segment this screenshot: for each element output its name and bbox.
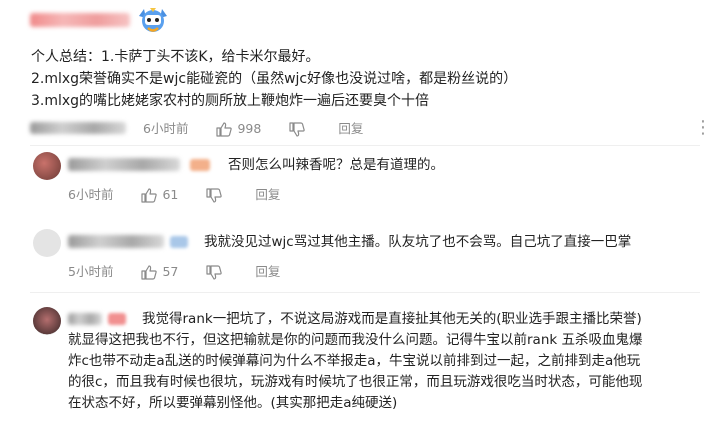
reply-1-meta: 6小时前 61 回复: [68, 187, 308, 203]
reply-2-time: 5小时前: [68, 264, 114, 279]
reply-3-line-5: 在状态不好，所以要弹幕别怪他。(其实那把走a纯硬送): [68, 395, 398, 411]
reply-2-reply-button[interactable]: 回复: [255, 264, 280, 280]
divider: [30, 145, 700, 146]
top-comment-username-blurred[interactable]: [30, 13, 130, 27]
divider: [30, 292, 700, 293]
reply-1-badge-blurred: [190, 159, 210, 171]
reply-3-line-2: 就显得这把我也不行，但这把输就是你的问题而我没什么问题。记得牛宝以前rank 五…: [68, 332, 643, 348]
avatar[interactable]: [33, 307, 61, 335]
reply-3-username-blurred[interactable]: [68, 313, 102, 325]
top-comment-like-count: 998: [237, 121, 262, 136]
thumbs-up-icon: [141, 187, 158, 203]
top-comment-line-3: 3.mlxg的嘴比姥姥家农村的厕所放上鞭炮炸一遍后还要臭个十倍: [31, 93, 430, 109]
reply-1-like-button[interactable]: 61: [141, 187, 178, 203]
top-comment-like-button[interactable]: 998: [216, 121, 261, 137]
top-comment-line-1: 个人总结：1.卡萨丁头不该K，给卡米尔最好。: [31, 49, 320, 65]
reply-1-reply-button[interactable]: 回复: [255, 187, 280, 203]
thumbs-down-icon: [206, 264, 223, 280]
reply-2-like-count: 57: [162, 264, 179, 279]
reply-3-line-4: 的很c，而且我有时候也很坑，玩游戏有时候坑了也很正常，而且玩游戏很吃当时状态，可…: [68, 374, 643, 390]
reply-1-like-count: 61: [162, 187, 179, 202]
more-dots-icon[interactable]: ⋮: [694, 119, 713, 137]
reply-2-like-button[interactable]: 57: [141, 264, 178, 280]
reply-2-username-blurred[interactable]: [68, 235, 164, 248]
thumbs-down-icon: [289, 121, 306, 137]
reply-3-line-1: 我觉得rank一把坑了，不说这局游戏而是直接扯其他无关的(职业选手跟主播比荣誉): [142, 311, 642, 327]
avatar[interactable]: [33, 152, 61, 180]
reply-2-text: 我就没见过wjc骂过其他主播。队友坑了也不会骂。自己坑了直接一巴掌: [204, 234, 632, 250]
reply-1-username-blurred[interactable]: [68, 158, 180, 171]
reply-3-badge-blurred: [108, 313, 126, 325]
top-comment-line-2: 2.mlxg荣誉确实不是wjc能碰瓷的（虽然wjc好像也没说过啥，都是粉丝说的）: [31, 71, 518, 87]
reply-2-badge-blurred: [170, 236, 188, 248]
thumbs-down-icon: [206, 187, 223, 203]
thumbs-up-icon: [141, 264, 158, 280]
reply-2-meta: 5小时前 57 回复: [68, 264, 308, 280]
reply-1-time: 6小时前: [68, 187, 114, 202]
top-comment-dislike-button[interactable]: [289, 121, 310, 137]
top-comment-reply-button[interactable]: 回复: [338, 121, 363, 137]
reply-1-dislike-button[interactable]: [206, 187, 227, 203]
top-comment-location-blurred: [30, 122, 126, 134]
mascot-badge-icon: [136, 6, 170, 36]
reply-3-line-3: 炸c也带不动走a乱送的时候弹幕问为什么不举报走a，牛宝说以前排到过一起，之前排到…: [68, 353, 641, 369]
reply-2-dislike-button[interactable]: [206, 264, 227, 280]
reply-1-text: 否则怎么叫辣香呢？总是有道理的。: [228, 157, 444, 173]
top-comment-time: 6小时前: [143, 121, 189, 136]
top-comment-meta: 6小时前 998 回复: [143, 121, 391, 137]
thumbs-up-icon: [216, 121, 233, 137]
avatar[interactable]: [33, 229, 61, 257]
